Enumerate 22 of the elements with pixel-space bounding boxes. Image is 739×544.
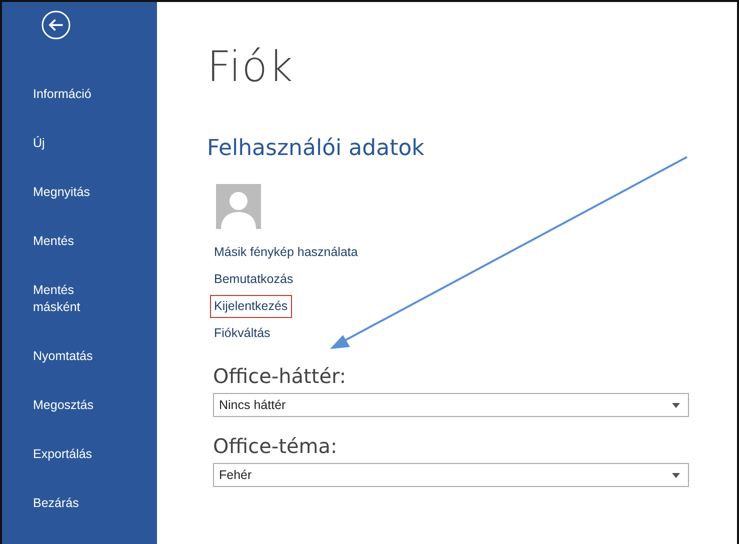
sidebar-item[interactable]: Megosztás [33, 397, 157, 414]
sidebar-item[interactable]: Mentés másként [33, 282, 157, 316]
setting-label: Office-háttér: [213, 363, 348, 389]
account-link[interactable]: Bemutatkozás [210, 268, 298, 291]
sidebar-item[interactable]: Bezárás [33, 495, 157, 512]
account-link[interactable]: Kijelentkezés [210, 295, 292, 318]
avatar-icon [216, 184, 261, 229]
section-heading: Felhasználói adatok [207, 135, 426, 163]
sidebar-item[interactable]: Új [33, 135, 157, 152]
sidebar-item[interactable]: Exportálás [33, 446, 157, 463]
sidebar-item[interactable]: Nyomtatás [33, 348, 157, 365]
sidebar-item[interactable]: Mentés [33, 233, 157, 250]
caret-icon [672, 472, 680, 478]
page-title: Fiók [207, 42, 295, 92]
sidebar-item[interactable]: Információ [33, 86, 157, 103]
sidebar-item[interactable]: Megnyitás [33, 184, 157, 201]
dropdown[interactable]: Nincs háttér [213, 393, 689, 417]
setting-label: Office-téma: [213, 433, 338, 459]
account-link[interactable]: Fiókváltás [210, 322, 274, 345]
account-link[interactable]: Másik fénykép használata [210, 241, 362, 264]
dropdown[interactable]: Fehér [213, 463, 689, 487]
caret-icon [672, 402, 680, 408]
